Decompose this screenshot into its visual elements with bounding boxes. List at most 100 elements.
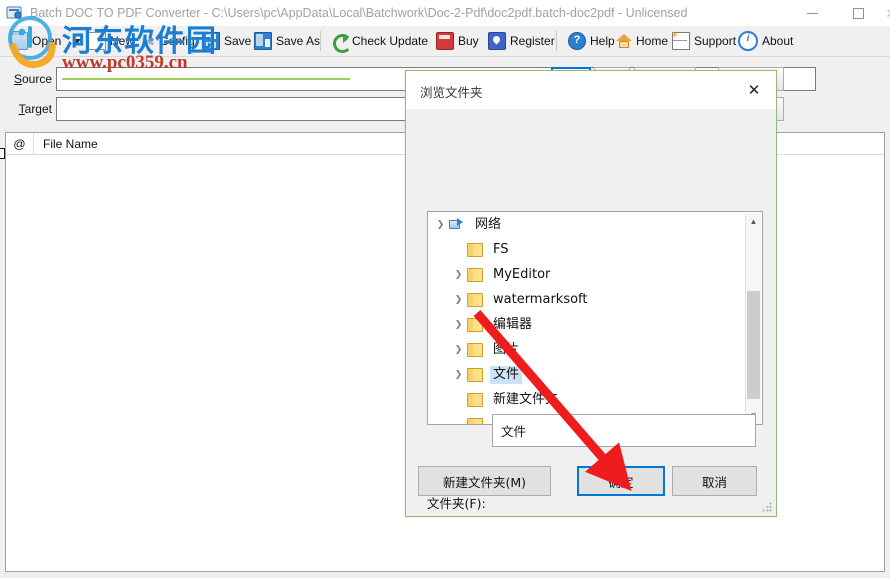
column-header-file-name[interactable]: File Name xyxy=(35,133,98,155)
toolbar-separator-1 xyxy=(320,31,321,51)
maximize-button[interactable] xyxy=(835,0,881,26)
folder-icon xyxy=(467,267,483,282)
target-label: Target xyxy=(18,102,52,116)
toolbar-button-support[interactable]: Support xyxy=(668,26,740,56)
close-icon: ✕ xyxy=(747,82,761,99)
new-folder-button[interactable]: 新建文件夹(M) xyxy=(418,466,551,496)
main-toolbar: Open New Config Save Save As Check Updat… xyxy=(0,26,890,57)
ok-button[interactable]: 确定 xyxy=(577,466,665,496)
folder-icon xyxy=(467,392,483,407)
chevron-up-icon[interactable]: ▲ xyxy=(746,213,761,229)
chevron-right-icon[interactable]: ❯ xyxy=(450,262,467,287)
tree-item[interactable]: ❯ 网络 xyxy=(428,212,762,237)
tree-item[interactable]: ❯ 图片 xyxy=(428,337,762,362)
toolbar-label-config: Config xyxy=(160,34,195,48)
tree-item[interactable]: ❯ watermarksoft xyxy=(428,287,762,312)
minimize-icon xyxy=(806,12,818,14)
app-icon xyxy=(6,4,23,21)
toolbar-button-save[interactable]: Save xyxy=(198,26,255,56)
about-info-icon: i xyxy=(738,31,758,51)
column-header-at[interactable]: @ xyxy=(6,133,34,155)
window-edge-handle[interactable] xyxy=(0,148,5,159)
chevron-right-icon[interactable]: ❯ xyxy=(450,362,467,387)
folder-icon xyxy=(467,417,483,424)
tree-item[interactable]: ❯ MyEditor xyxy=(428,262,762,287)
toolbar-button-config[interactable]: Config xyxy=(136,26,199,56)
toolbar-label-new: New xyxy=(110,34,135,48)
tree-item[interactable]: ❯ 编辑器 xyxy=(428,312,762,337)
register-key-icon xyxy=(488,32,506,50)
toolbar-label-about: About xyxy=(762,34,794,48)
toolbar-label-open: Open xyxy=(32,34,62,48)
tree-item-label: MyEditor xyxy=(493,266,551,282)
refresh-icon xyxy=(332,33,352,53)
open-folder-icon xyxy=(10,31,28,50)
toolbar-label-help: Help xyxy=(590,34,615,48)
caret-down-icon xyxy=(73,38,81,44)
toolbar-button-register[interactable]: Register xyxy=(484,26,559,56)
config-tools-icon xyxy=(140,33,156,49)
toolbar-label-check-update: Check Update xyxy=(352,34,429,48)
tree-item-label: 文件 xyxy=(490,365,523,384)
chevron-right-icon[interactable]: ❯ xyxy=(450,287,467,312)
watermark-underline xyxy=(62,78,350,80)
save-as-disk-icon xyxy=(254,32,272,50)
dialog-close-button[interactable]: ✕ xyxy=(732,71,776,109)
toolbar-label-support: Support xyxy=(694,34,737,48)
folder-name-value: 文件 xyxy=(501,424,527,439)
tree-item-label: 图片 xyxy=(493,341,520,357)
home-icon xyxy=(616,33,632,49)
browse-folder-dialog: 浏览文件夹 ✕ ❯网络❯FS❯MyEditor❯watermarksoft❯编辑… xyxy=(405,70,777,517)
toolbar-label-home: Home xyxy=(636,34,669,48)
toolbar-label-save: Save xyxy=(224,34,252,48)
tree-item-label: 新建文件夹 xyxy=(493,391,559,407)
folder-tree-view[interactable]: ❯网络❯FS❯MyEditor❯watermarksoft❯编辑器❯图片❯文件❯… xyxy=(427,211,763,425)
dialog-title: 浏览文件夹 xyxy=(420,85,483,100)
network-icon xyxy=(449,217,465,232)
toolbar-button-about[interactable]: i About xyxy=(734,26,797,56)
support-mail-icon xyxy=(671,30,690,50)
cancel-button[interactable]: 取消 xyxy=(672,466,757,496)
folder-icon xyxy=(467,292,483,307)
folder-icon xyxy=(467,242,483,257)
toolbar-button-save-as[interactable]: Save As xyxy=(250,26,324,56)
tree-item-label: FS xyxy=(493,241,509,257)
folder-tree-rows: ❯网络❯FS❯MyEditor❯watermarksoft❯编辑器❯图片❯文件❯… xyxy=(428,212,762,424)
toolbar-button-buy[interactable]: Buy xyxy=(432,26,483,56)
close-icon: ✕ xyxy=(886,7,890,20)
folder-icon xyxy=(467,317,483,332)
toolbar-button-check-update[interactable]: Check Update xyxy=(328,26,432,56)
folder-icon xyxy=(467,342,483,357)
tree-item[interactable]: ❯FS xyxy=(428,237,762,262)
scrollbar-thumb[interactable] xyxy=(747,291,760,399)
close-button[interactable]: ✕ xyxy=(881,0,890,26)
dialog-title-bar: 浏览文件夹 ✕ xyxy=(406,71,776,109)
tree-item-label: watermarksoft xyxy=(493,291,588,307)
chevron-right-icon[interactable]: ❯ xyxy=(432,212,449,237)
title-bar: Batch DOC TO PDF Converter - C:\Users\pc… xyxy=(0,0,890,26)
source-label: SSourceource xyxy=(13,72,52,86)
cart-icon xyxy=(436,32,454,50)
window-title: Batch DOC TO PDF Converter - C:\Users\pc… xyxy=(30,6,688,20)
toolbar-label-save-as: Save As xyxy=(276,34,321,48)
chevron-right-icon[interactable]: ❯ xyxy=(450,312,467,337)
toolbar-button-new[interactable]: New xyxy=(84,26,138,56)
tree-item-label: 编辑器 xyxy=(493,316,533,332)
toolbar-button-home[interactable]: Home xyxy=(612,26,672,56)
save-disk-icon xyxy=(202,32,220,50)
tree-scrollbar[interactable]: ▲ ▼ xyxy=(745,213,761,423)
toolbar-label-buy: Buy xyxy=(458,34,479,48)
maximize-icon xyxy=(852,7,864,19)
toolbar-button-open[interactable]: Open xyxy=(6,26,65,56)
toolbar-button-help[interactable]: ? Help xyxy=(564,26,619,56)
chevron-right-icon[interactable]: ❯ xyxy=(450,337,467,362)
minimize-button[interactable] xyxy=(789,0,835,26)
tree-item-label: 网络 xyxy=(475,216,502,232)
tree-item[interactable]: ❯ 文件 xyxy=(428,362,762,387)
folder-icon xyxy=(467,367,483,382)
tree-item[interactable]: ❯新建文件夹 xyxy=(428,387,762,412)
dialog-resize-grip[interactable] xyxy=(762,502,773,513)
folder-name-field[interactable]: 文件 xyxy=(492,414,756,447)
toolbar-label-register: Register xyxy=(510,34,555,48)
toolbar-separator-2 xyxy=(556,31,557,51)
